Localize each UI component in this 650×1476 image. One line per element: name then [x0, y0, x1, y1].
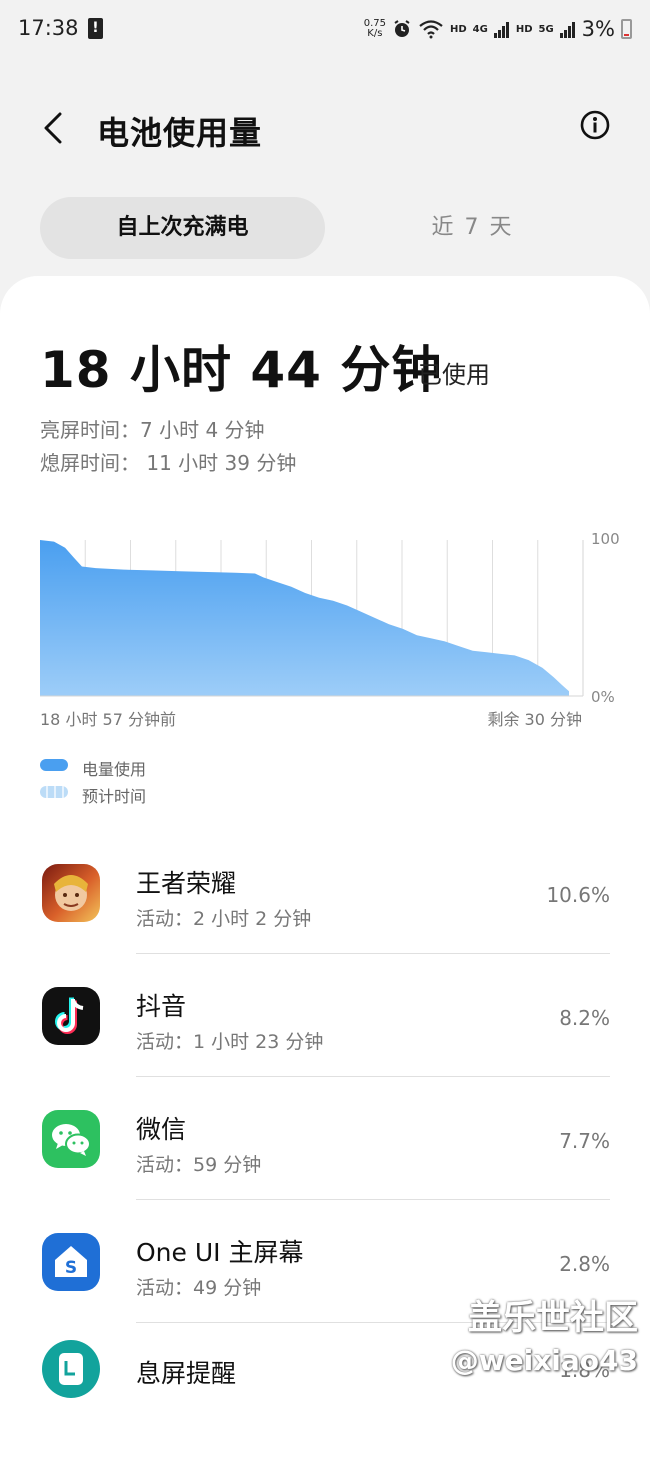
douyin-icon	[42, 987, 100, 1045]
hd-badge: HD	[449, 23, 467, 35]
app-activity: 活动：2 小时 2 分钟	[136, 908, 312, 930]
app-percent: 7.7%	[559, 1129, 610, 1153]
usage-suffix: 已使用	[418, 361, 490, 389]
alarm-icon	[394, 20, 410, 37]
row-divider	[136, 953, 610, 954]
one-ui-home-icon: S	[42, 1233, 100, 1291]
app-percent: 10.6%	[546, 883, 610, 907]
status-icons: 0.75 K/s HD 4G HD 5G 3%	[364, 14, 632, 44]
y-bottom-label: 0%	[591, 688, 615, 706]
legend-swatch-estimate	[40, 786, 68, 798]
y-top-label: 100	[591, 530, 620, 548]
screen-off-time: 熄屏时间： 11 小时 39 分钟	[40, 451, 297, 475]
app-name: One UI 主屏幕	[136, 1238, 304, 1267]
back-icon[interactable]	[38, 108, 70, 148]
always-on-display-icon	[42, 1340, 100, 1398]
wifi-icon	[419, 20, 443, 39]
app-name: 微信	[136, 1115, 187, 1144]
page-title: 电池使用量	[97, 114, 263, 152]
row-divider	[136, 1076, 610, 1077]
row-divider	[136, 1199, 610, 1200]
alert-icon: !	[88, 18, 103, 39]
app-row-always-on-display[interactable]: 息屏提醒 1.8%	[0, 1324, 650, 1447]
status-time: 17:38	[18, 16, 79, 40]
network-type-5g: 5G	[538, 23, 554, 35]
signal-icon-2	[559, 22, 575, 38]
honor-of-kings-icon	[42, 864, 100, 922]
app-percent: 2.8%	[559, 1252, 610, 1276]
header: 电池使用量	[0, 90, 650, 170]
app-name: 抖音	[136, 992, 187, 1021]
app-activity: 活动：1 小时 23 分钟	[136, 1031, 324, 1053]
network-type-4g: 4G	[472, 23, 488, 35]
network-speed: 0.75 K/s	[364, 19, 386, 39]
status-bar: 17:38 ! 0.75 K/s HD 4G HD 5G 3%	[0, 0, 650, 60]
usage-total: 18 小时 44 分钟	[40, 341, 443, 399]
legend-swatch-usage	[40, 759, 68, 771]
hd-badge-2: HD	[515, 23, 533, 35]
network-speed-unit: K/s	[367, 28, 383, 39]
app-name: 息屏提醒	[136, 1359, 237, 1388]
battery-chart: 100 0% 18 小时 57 分钟前 剩余 30 分钟	[0, 520, 650, 750]
app-percent: 8.2%	[559, 1006, 610, 1030]
watermark-title: 盖乐世社区	[468, 1298, 638, 1338]
info-icon[interactable]	[580, 110, 610, 140]
svg-text:S: S	[65, 1258, 77, 1278]
app-activity: 活动：49 分钟	[136, 1277, 262, 1299]
x-start-label: 18 小时 57 分钟前	[40, 710, 176, 729]
app-row-wechat[interactable]: 微信 活动：59 分钟 7.7%	[0, 1078, 650, 1201]
tab-since-full-charge[interactable]: 自上次充满电	[40, 197, 325, 259]
period-tabs: 自上次充满电 近 7 天	[40, 197, 610, 259]
wechat-icon	[42, 1110, 100, 1168]
battery-icon	[621, 19, 632, 39]
app-row-honor-of-kings[interactable]: 王者荣耀 活动：2 小时 2 分钟 10.6%	[0, 832, 650, 955]
app-name: 王者荣耀	[136, 869, 237, 898]
legend-label-estimate: 预计时间	[82, 787, 147, 806]
screen-on-time: 亮屏时间：7 小时 4 分钟	[40, 418, 265, 442]
x-end-label: 剩余 30 分钟	[487, 710, 582, 729]
battery-percent: 3%	[581, 17, 615, 41]
battery-area	[40, 540, 569, 696]
tab-last-7-days[interactable]: 近 7 天	[330, 197, 615, 259]
watermark-handle: @weixiao43	[450, 1344, 638, 1377]
app-activity: 活动：59 分钟	[136, 1154, 262, 1176]
app-row-douyin[interactable]: 抖音 活动：1 小时 23 分钟 8.2%	[0, 955, 650, 1078]
battery-chart-svg: 100 0% 18 小时 57 分钟前 剩余 30 分钟	[40, 530, 620, 729]
signal-icon	[493, 22, 509, 38]
legend-label-usage: 电量使用	[82, 760, 147, 779]
